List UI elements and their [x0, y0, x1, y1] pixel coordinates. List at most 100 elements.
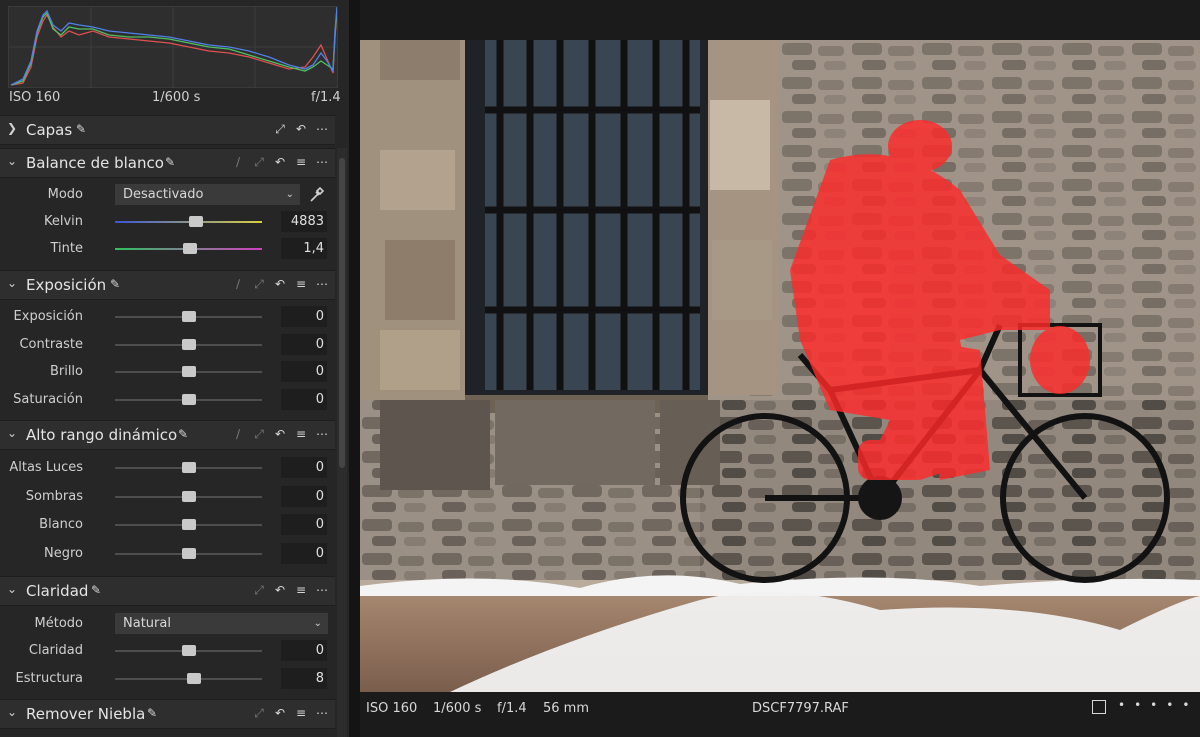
scrollbar-thumb[interactable]: [339, 158, 345, 468]
slider[interactable]: [115, 673, 262, 684]
slider-handle[interactable]: [181, 519, 196, 531]
hdr-row: Blanco 0: [0, 512, 335, 538]
clarity-method-row: Método Natural ⌄: [0, 611, 335, 637]
slider-handle[interactable]: [181, 311, 196, 322]
clarity-method-select[interactable]: Natural ⌄: [115, 613, 328, 634]
slider[interactable]: [115, 547, 262, 559]
slider-value[interactable]: 8: [281, 668, 327, 689]
slider-value[interactable]: 0: [281, 485, 327, 507]
tint-value[interactable]: 1,4: [281, 238, 327, 259]
sidebar-scrollbar[interactable]: [337, 148, 347, 737]
slider-value[interactable]: 0: [281, 542, 327, 564]
section-title-white-balance: Balance de blanco: [26, 154, 164, 172]
section-header-white-balance[interactable]: ⌄ Balance de blanco ✎ ∕ ⤢ ↶ ≡ ⋯: [0, 148, 335, 178]
kelvin-slider-handle[interactable]: [188, 216, 203, 227]
section-title-clarity: Claridad: [26, 582, 89, 600]
wb-mode-select[interactable]: Desactivado ⌄: [115, 184, 300, 205]
eyedropper-icon[interactable]: [305, 184, 327, 205]
copy-icon[interactable]: ⤢: [252, 706, 266, 720]
chevron-down-icon[interactable]: ⌄: [7, 705, 17, 719]
tint-row: Tinte 1,4: [0, 236, 335, 262]
magic-wand-icon[interactable]: ∕: [231, 427, 245, 441]
magic-wand-icon[interactable]: ∕: [231, 155, 245, 169]
slider-handle[interactable]: [181, 645, 196, 656]
slider-value[interactable]: 0: [281, 306, 327, 327]
chevron-right-icon[interactable]: ❯: [7, 121, 17, 135]
exposure-row: Brillo 0: [0, 359, 335, 385]
slider[interactable]: [115, 645, 262, 656]
tint-slider[interactable]: [115, 243, 262, 254]
slider-value[interactable]: 0: [281, 457, 327, 478]
copy-icon[interactable]: ⤢: [252, 583, 266, 597]
reset-icon[interactable]: ↶: [273, 706, 287, 720]
photo-viewer[interactable]: [360, 40, 1200, 692]
more-icon[interactable]: ⋯: [315, 583, 329, 597]
slider-value[interactable]: 0: [281, 514, 327, 536]
chevron-down-icon: ⌄: [313, 618, 322, 629]
slider-handle[interactable]: [181, 338, 196, 350]
slider-label: Exposición: [13, 309, 83, 324]
section-title-hdr: Alto rango dinámico: [26, 426, 178, 444]
expand-icon[interactable]: ⤢: [273, 122, 287, 136]
slider[interactable]: [115, 394, 262, 406]
slider-label: Claridad: [28, 643, 83, 658]
slider-handle[interactable]: [181, 394, 196, 406]
slider-value[interactable]: 0: [281, 640, 327, 661]
tint-slider-handle[interactable]: [182, 243, 197, 254]
tint-label: Tinte: [50, 241, 84, 256]
more-icon[interactable]: ⋯: [315, 706, 329, 720]
section-header-dehaze[interactable]: ⌄ Remover Niebla ✎ ⤢ ↶ ≡ ⋯: [0, 699, 335, 729]
presets-icon[interactable]: ≡: [294, 155, 308, 169]
pencil-icon: ✎: [109, 277, 121, 291]
presets-icon[interactable]: ≡: [294, 583, 308, 597]
section-header-exposure[interactable]: ⌄ Exposición ✎ ∕ ⤢ ↶ ≡ ⋯: [0, 270, 335, 300]
kelvin-value[interactable]: 4883: [281, 211, 327, 232]
slider[interactable]: [115, 338, 262, 350]
magic-wand-icon[interactable]: ∕: [231, 277, 245, 291]
photo-image[interactable]: [360, 40, 1200, 692]
slider[interactable]: [115, 311, 262, 322]
checkbox-icon[interactable]: [1092, 700, 1106, 714]
slider-handle[interactable]: [181, 366, 196, 378]
pencil-icon: ✎: [90, 583, 102, 597]
presets-icon[interactable]: ≡: [294, 427, 308, 441]
slider-handle[interactable]: [181, 490, 196, 502]
presets-icon[interactable]: ≡: [294, 277, 308, 291]
kelvin-slider[interactable]: [115, 216, 262, 227]
slider-value[interactable]: 0: [281, 389, 327, 411]
copy-icon[interactable]: ⤢: [252, 155, 266, 169]
chevron-down-icon[interactable]: ⌄: [7, 426, 17, 440]
viewer-info-bar: ISO 160 1/600 s f/1.4 56 mm DSCF7797.RAF…: [360, 692, 1200, 737]
slider-handle[interactable]: [181, 462, 196, 473]
chevron-down-icon[interactable]: ⌄: [7, 154, 17, 168]
presets-icon[interactable]: ≡: [294, 706, 308, 720]
slider[interactable]: [115, 462, 262, 473]
slider-handle[interactable]: [187, 673, 202, 684]
reset-icon[interactable]: ↶: [273, 583, 287, 597]
slider-value[interactable]: 0: [281, 361, 327, 383]
slider[interactable]: [115, 490, 262, 502]
more-icon[interactable]: ⋯: [315, 155, 329, 169]
more-icon[interactable]: ⋯: [315, 122, 329, 136]
chevron-down-icon[interactable]: ⌄: [7, 276, 17, 290]
exposure-row: Contraste 0: [0, 332, 335, 358]
wb-mode-label: Modo: [47, 187, 83, 202]
section-header-hdr[interactable]: ⌄ Alto rango dinámico ✎ ∕ ⤢ ↶ ≡ ⋯: [0, 420, 335, 450]
slider[interactable]: [115, 366, 262, 378]
slider[interactable]: [115, 519, 262, 531]
more-icon[interactable]: ⋯: [315, 277, 329, 291]
copy-icon[interactable]: ⤢: [252, 277, 266, 291]
reset-icon[interactable]: ↶: [273, 277, 287, 291]
section-header-clarity[interactable]: ⌄ Claridad ✎ ⤢ ↶ ≡ ⋯: [0, 576, 335, 606]
section-header-layers[interactable]: ❯ Capas ✎ ⤢ ↶ ⋯: [0, 115, 335, 145]
panel-separator[interactable]: [349, 0, 360, 737]
chevron-down-icon[interactable]: ⌄: [7, 582, 17, 596]
rating-dots-icon[interactable]: •••••: [1118, 698, 1198, 712]
more-icon[interactable]: ⋯: [315, 427, 329, 441]
reset-icon[interactable]: ↶: [294, 122, 308, 136]
reset-icon[interactable]: ↶: [273, 427, 287, 441]
slider-handle[interactable]: [181, 547, 196, 559]
copy-icon[interactable]: ⤢: [252, 427, 266, 441]
slider-value[interactable]: 0: [281, 333, 327, 355]
reset-icon[interactable]: ↶: [273, 155, 287, 169]
